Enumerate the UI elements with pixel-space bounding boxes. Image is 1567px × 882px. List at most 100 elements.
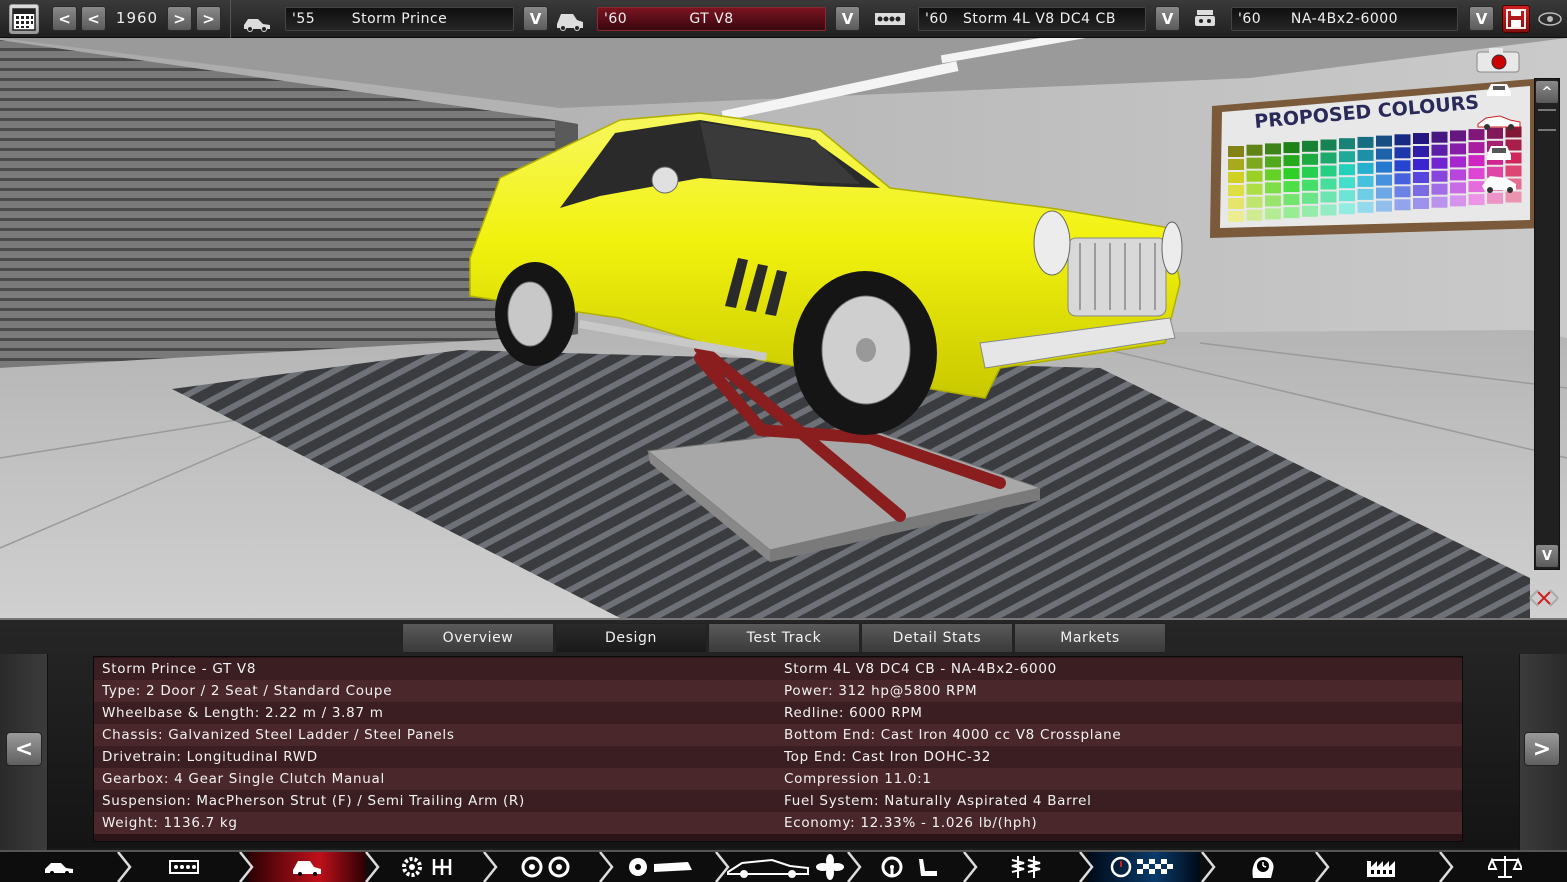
nav-separator-chevron: [847, 852, 862, 882]
colour-swatch: [1413, 172, 1429, 183]
colour-swatch: [1413, 185, 1429, 196]
colour-swatch: [1431, 183, 1448, 195]
colour-swatch: [1283, 194, 1300, 206]
view-scrollbar[interactable]: ^ V: [1534, 78, 1560, 570]
colour-swatch: [1357, 149, 1374, 161]
colour-swatch: [1431, 196, 1448, 208]
scroll-thumb[interactable]: [1538, 109, 1556, 131]
nav-separator-chevron: [239, 852, 254, 882]
detail-right: Storm 4L V8 DC4 CB - NA-4Bx2-6000: [784, 661, 1057, 677]
engine-variant-select-field[interactable]: '60 NA-4Bx2-6000: [1231, 7, 1458, 31]
colour-swatch: [1265, 169, 1281, 181]
colour-swatch: [1394, 199, 1411, 211]
colour-swatch: [1228, 198, 1244, 209]
eye-icon[interactable]: [1538, 10, 1562, 32]
camera-icon: [1476, 48, 1520, 73]
colour-swatch: [1339, 177, 1355, 189]
colour-swatch: [1376, 187, 1392, 199]
colour-swatch: [1265, 195, 1281, 207]
year-forward-button[interactable]: >: [167, 6, 192, 31]
tab-markets[interactable]: Markets: [1014, 623, 1166, 653]
colour-swatch: [1450, 130, 1466, 142]
colour-swatch: [1339, 138, 1355, 150]
nav-separator-chevron: [483, 852, 498, 882]
colour-swatch: [1228, 146, 1244, 157]
colour-swatch: [1431, 170, 1448, 182]
engine-variant-name: NA-4Bx2-6000: [1290, 11, 1399, 27]
tab-design[interactable]: Design: [555, 623, 707, 653]
colour-swatch: [1450, 195, 1466, 207]
engine-family-name: Storm 4L V8 DC4 CB: [963, 11, 1116, 27]
colour-swatch: [1228, 159, 1244, 170]
colour-swatch: [1246, 157, 1263, 169]
colour-swatch: [1320, 152, 1337, 164]
model-select-field[interactable]: '55 Storm Prince: [285, 7, 514, 31]
colour-swatch: [1228, 172, 1244, 183]
view-rear-button[interactable]: [1483, 142, 1515, 166]
colour-swatch: [1376, 148, 1392, 160]
colour-swatch: [1320, 165, 1337, 177]
colour-swatch: [1339, 190, 1355, 202]
nav-separator-chevron: [1079, 852, 1094, 882]
colour-swatch: [1302, 179, 1318, 191]
colour-swatch: [1246, 196, 1263, 208]
engine-variant-dropdown-button[interactable]: V: [1469, 6, 1494, 31]
colour-swatch: [1357, 201, 1374, 213]
colour-swatch: [1450, 169, 1466, 181]
nav-separator-chevron: [1201, 852, 1216, 882]
year-back-button[interactable]: <: [81, 6, 106, 31]
car-rear-view-icon: [1487, 146, 1511, 160]
colour-swatch: [1283, 168, 1300, 180]
car-3d-viewport[interactable]: PROPOSED COLOURS ^ V: [0, 38, 1567, 618]
previous-page-button[interactable]: <: [6, 732, 42, 766]
car-side-view-icon: [1477, 115, 1521, 130]
reset-view-icon[interactable]: [1526, 586, 1562, 614]
table-row: Storm Prince - GT V8 Storm 4L V8 DC4 CB …: [94, 658, 1462, 680]
scroll-down-button[interactable]: V: [1536, 545, 1558, 567]
colour-swatch: [1283, 142, 1300, 154]
detail-left: Wheelbase & Length: 2.22 m / 3.87 m: [102, 705, 384, 721]
floppy-disk-icon: [1506, 9, 1526, 29]
colour-swatch: [1431, 131, 1448, 143]
detail-right: Redline: 6000 RPM: [784, 705, 923, 721]
car-trim-icon: [557, 14, 583, 31]
year-back-fast-button[interactable]: <: [52, 6, 77, 31]
nav-separator-chevron: [365, 852, 380, 882]
view-side-button[interactable]: [1476, 112, 1522, 134]
view-front-button[interactable]: [1483, 80, 1515, 102]
colour-swatch: [1357, 175, 1374, 187]
calendar-icon[interactable]: [9, 4, 39, 34]
colour-swatch: [1246, 170, 1263, 182]
colour-swatch: [1357, 162, 1374, 174]
engine-family-select-field[interactable]: '60 Storm 4L V8 DC4 CB: [918, 7, 1146, 31]
tab-bar: Overview Design Test Track Detail Stats …: [402, 623, 1167, 653]
year-display: 1960: [115, 9, 159, 27]
view-angle-button[interactable]: [1478, 172, 1520, 198]
detail-left: Chassis: Galvanized Steel Ladder / Steel…: [102, 727, 455, 743]
screenshot-button[interactable]: [1475, 46, 1521, 74]
tab-detail-stats[interactable]: Detail Stats: [861, 623, 1013, 653]
scroll-up-button[interactable]: ^: [1536, 81, 1558, 103]
detail-right: Bottom End: Cast Iron 4000 cc V8 Crosspl…: [784, 727, 1122, 743]
colour-swatch: [1376, 174, 1392, 186]
next-page-button[interactable]: >: [1524, 732, 1560, 766]
colour-swatch: [1246, 209, 1263, 221]
colour-swatch: [1265, 143, 1281, 155]
colour-swatch: [1265, 208, 1281, 220]
engine-family-dropdown-button[interactable]: V: [1155, 6, 1180, 31]
trim-select-field[interactable]: '60 GT V8: [597, 7, 826, 31]
tab-overview[interactable]: Overview: [402, 623, 554, 653]
year-forward-fast-button[interactable]: >: [196, 6, 221, 31]
colour-swatch: [1376, 161, 1392, 173]
colour-swatch: [1450, 156, 1466, 168]
colour-swatch: [1394, 134, 1411, 146]
save-button[interactable]: [1502, 5, 1530, 33]
colour-swatch: [1394, 173, 1411, 185]
colour-swatch: [1283, 181, 1300, 193]
trim-dropdown-button[interactable]: V: [835, 6, 860, 31]
model-dropdown-button[interactable]: V: [523, 6, 548, 31]
detail-right: Economy: 12.33% - 1.026 lb/(hph): [784, 815, 1038, 831]
colour-swatch: [1228, 185, 1244, 196]
detail-right: Power: 312 hp@5800 RPM: [784, 683, 978, 699]
tab-test-track[interactable]: Test Track: [708, 623, 860, 653]
